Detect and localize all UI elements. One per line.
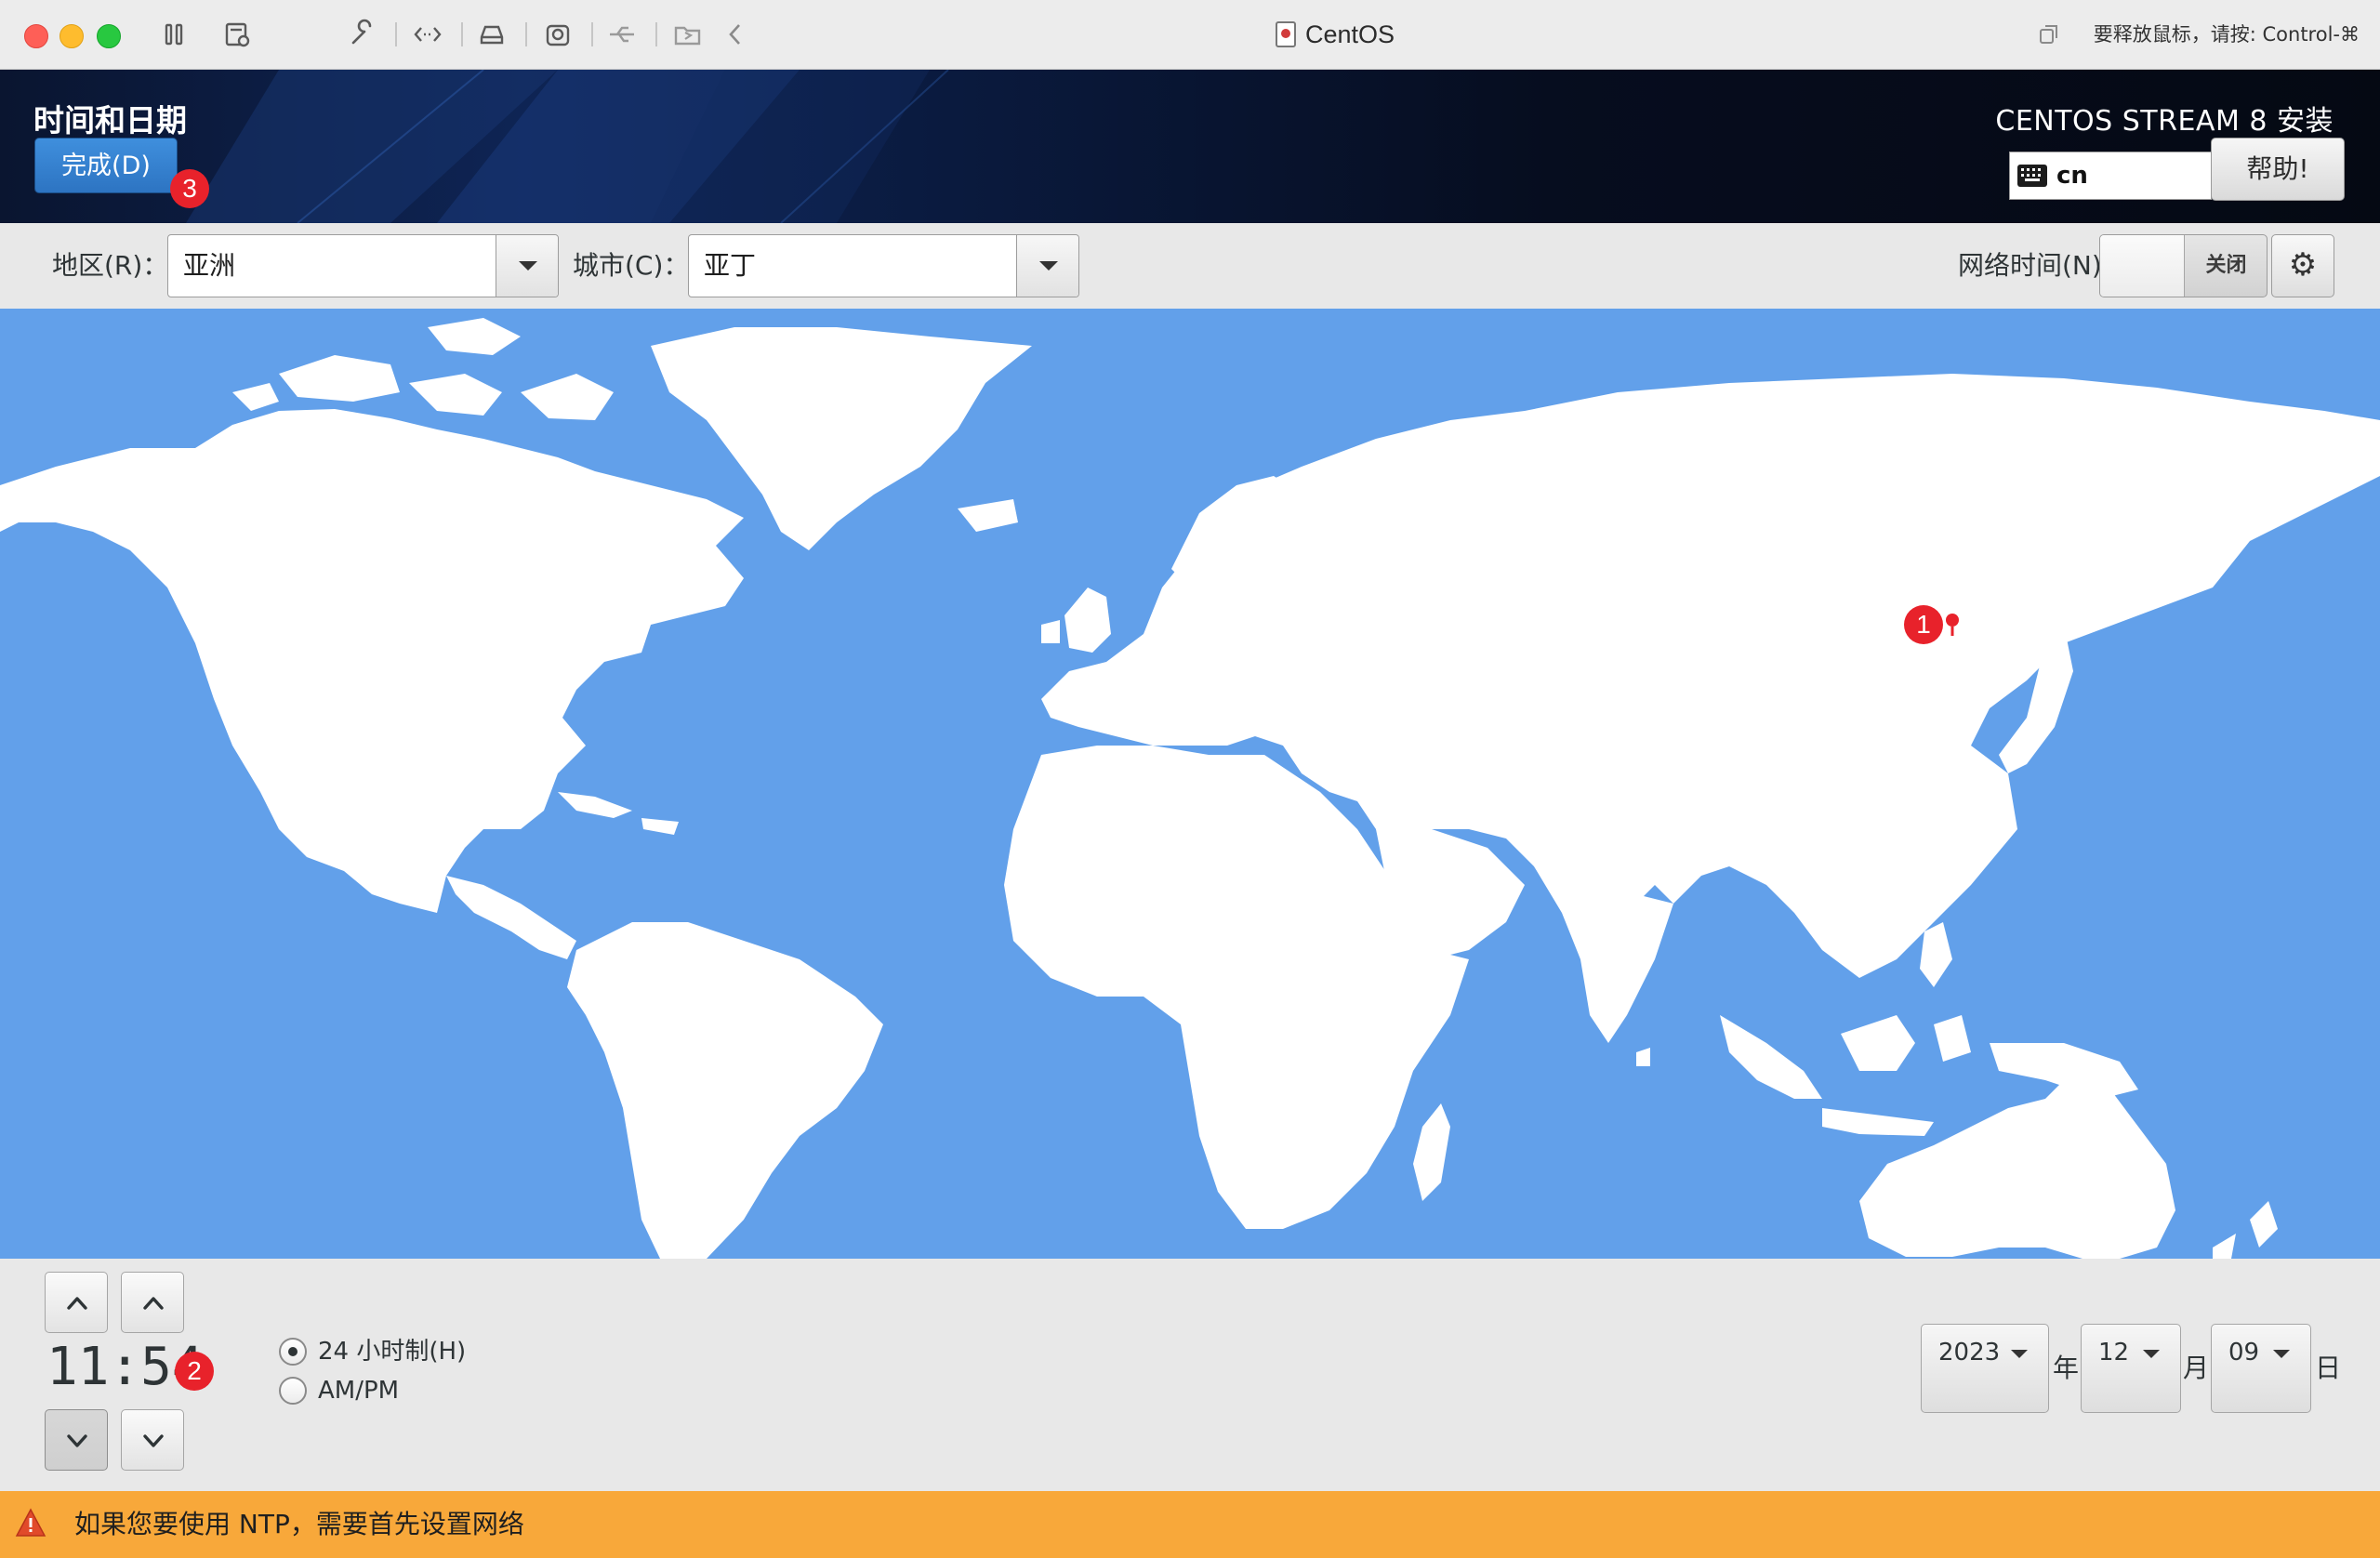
australia xyxy=(1859,1071,2175,1259)
help-button[interactable]: 帮助! xyxy=(2211,138,2345,201)
world-map xyxy=(0,318,2380,1259)
chevron-up-icon xyxy=(143,1297,164,1310)
city-value: 亚丁 xyxy=(704,250,757,281)
window-mode-icon[interactable] xyxy=(2039,23,2059,46)
city-label: 城市(C)： xyxy=(573,250,690,281)
switch-knob xyxy=(2100,235,2185,297)
time-date-controls: 11:54 24 小时制(H) AM/PM 2023 年 12 月 09 日 xyxy=(0,1259,2380,1491)
format-ampm-radio[interactable] xyxy=(279,1377,307,1405)
chevron-down-icon xyxy=(2143,1350,2160,1358)
warning-text: 如果您要使用 NTP，需要首先设置网络 xyxy=(74,1509,524,1539)
landmasses xyxy=(0,318,2380,1259)
year-value: 2023 xyxy=(1938,1339,2001,1367)
month-combobox[interactable]: 12 xyxy=(2081,1324,2181,1413)
timezone-selector-bar: 地区(R)： 亚洲 城市(C)： 亚丁 网络时间(N) 关闭 ⚙ xyxy=(0,223,2380,309)
network-time-switch[interactable]: 关闭 xyxy=(2099,234,2268,297)
chevron-down-icon xyxy=(143,1434,164,1447)
region-dropdown-button[interactable] xyxy=(496,235,558,297)
callout-marker-1: 1 xyxy=(1904,605,1943,644)
minute-up-button[interactable] xyxy=(121,1272,184,1333)
callout-marker-3: 3 xyxy=(170,169,209,208)
keyboard-icon xyxy=(2017,165,2047,187)
zoom-window-button[interactable] xyxy=(97,24,121,48)
month-unit: 月 xyxy=(2183,1353,2210,1383)
year-unit: 年 xyxy=(2053,1353,2080,1383)
day-unit: 日 xyxy=(2315,1353,2342,1383)
network-time-label: 网络时间(N) xyxy=(1958,250,2102,281)
north-america xyxy=(0,409,744,913)
region-combobox[interactable]: 亚洲 xyxy=(167,234,559,297)
ntp-settings-button[interactable]: ⚙ xyxy=(2271,234,2334,297)
host-titlebar: CentOS 8 64_001 要释放鼠标，请按: Control-⌘ xyxy=(0,0,2380,188)
release-mouse-hint: 要释放鼠标，请按: Control-⌘ xyxy=(2093,23,2360,46)
city-combobox[interactable]: 亚丁 xyxy=(688,234,1079,297)
year-combobox[interactable]: 2023 xyxy=(1921,1324,2049,1413)
toolbar-separator xyxy=(591,22,593,46)
snapshot-icon[interactable] xyxy=(221,19,253,50)
toolbar-separator xyxy=(525,22,527,46)
month-value: 12 xyxy=(2098,1339,2130,1367)
settings-wrench-icon[interactable] xyxy=(346,19,377,50)
callout-marker-2: 2 xyxy=(175,1352,214,1391)
day-value: 09 xyxy=(2228,1339,2260,1367)
timezone-map[interactable] xyxy=(0,309,2380,1259)
toolbar-separator xyxy=(655,22,657,46)
minute-down-button[interactable] xyxy=(121,1409,184,1471)
network-time-state: 关闭 xyxy=(2205,254,2247,277)
minimize-window-button[interactable] xyxy=(60,24,84,48)
warning-icon xyxy=(15,1508,46,1537)
toolbar-separator xyxy=(395,22,397,46)
page-title: 时间和日期 xyxy=(33,102,187,139)
drive-icon[interactable] xyxy=(476,19,508,50)
chevron-down-icon xyxy=(2011,1350,2028,1358)
back-icon[interactable] xyxy=(721,19,752,50)
product-name: CENTOS STREAM 8 安装 xyxy=(1995,105,2334,138)
format-24h-label: 24 小时制(H) xyxy=(318,1338,467,1366)
south-america xyxy=(567,922,883,1259)
format-ampm-label: AM/PM xyxy=(318,1377,400,1405)
chevron-down-icon xyxy=(67,1434,87,1447)
close-window-button[interactable] xyxy=(24,24,48,48)
vm-document-icon xyxy=(1276,21,1296,47)
code-icon[interactable] xyxy=(412,19,443,50)
region-value: 亚洲 xyxy=(183,250,236,281)
chevron-down-icon xyxy=(2273,1350,2290,1358)
done-button[interactable]: 完成(D) xyxy=(34,138,178,193)
keyboard-layout-value: cn xyxy=(2056,162,2088,190)
installer-header: 时间和日期 完成(D) CENTOS STREAM 8 安装 cn 帮助! xyxy=(0,70,2380,223)
pause-icon[interactable] xyxy=(158,19,190,50)
toolbar-separator xyxy=(461,22,463,46)
region-label: 地区(R)： xyxy=(52,250,169,281)
ntp-warning-bar: 如果您要使用 NTP，需要首先设置网络 xyxy=(0,1491,2380,1558)
hour-down-button[interactable] xyxy=(45,1409,108,1471)
day-combobox[interactable]: 09 xyxy=(2211,1324,2311,1413)
city-dropdown-button[interactable] xyxy=(1016,235,1078,297)
chevron-up-icon xyxy=(67,1297,87,1310)
hour-up-button[interactable] xyxy=(45,1272,108,1333)
shared-folder-icon[interactable] xyxy=(672,19,704,50)
camera-icon[interactable] xyxy=(542,19,574,50)
keyboard-layout-indicator[interactable]: cn xyxy=(2009,152,2212,200)
usb-icon[interactable] xyxy=(606,19,638,50)
format-24h-radio[interactable] xyxy=(279,1338,307,1366)
gear-icon: ⚙ xyxy=(2288,246,2318,284)
